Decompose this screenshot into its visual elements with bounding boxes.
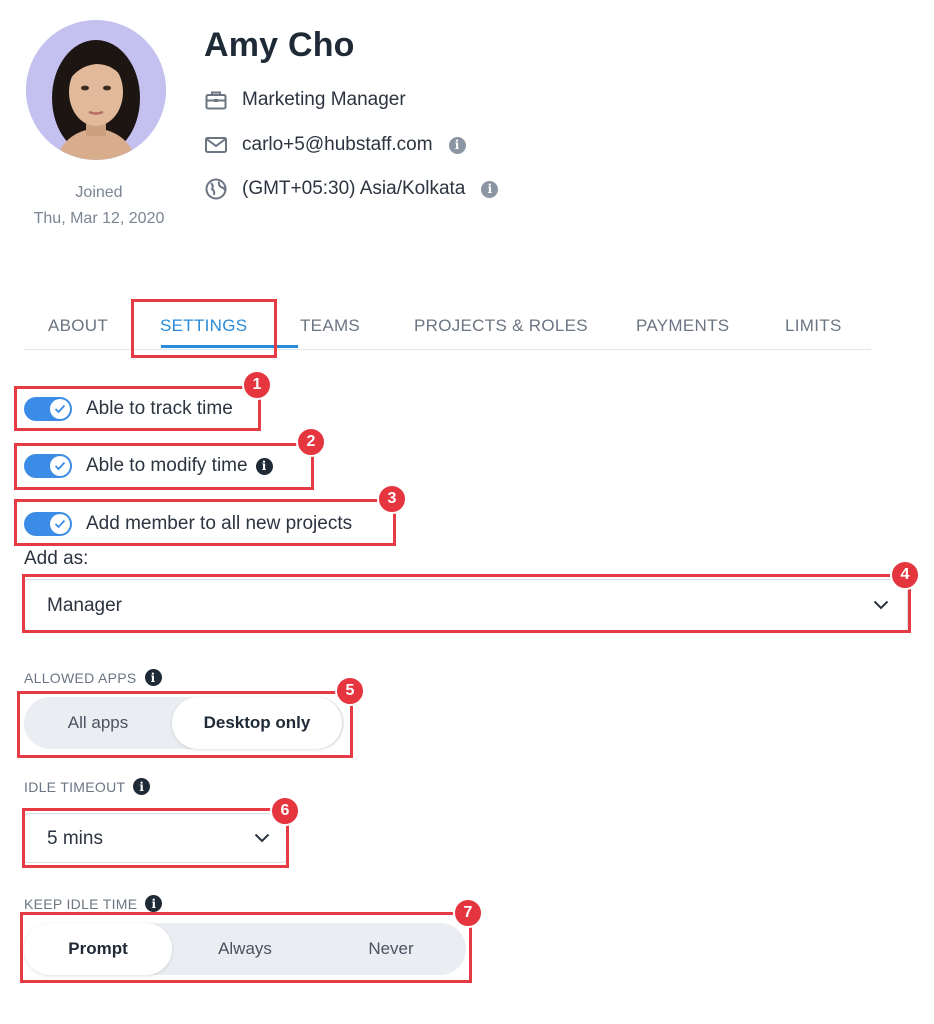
tab-limits[interactable]: LIMITS	[785, 316, 842, 336]
email-row: carlo+5@hubstaff.com i	[204, 131, 466, 159]
job-title: Marketing Manager	[242, 89, 406, 110]
add-as-label: Add as:	[24, 548, 89, 569]
member-name: Amy Cho	[204, 26, 355, 64]
info-icon[interactable]: i	[145, 895, 163, 912]
briefcase-icon	[204, 88, 228, 112]
envelope-icon	[204, 133, 228, 157]
highlight-keep-idle-time	[20, 912, 472, 983]
badge-4: 4	[890, 560, 920, 590]
tab-projects-roles[interactable]: PROJECTS & ROLES	[414, 316, 588, 336]
avatar	[26, 20, 166, 160]
timezone: (GMT+05:30) Asia/Kolkata	[242, 178, 466, 199]
idle-timeout-heading: IDLE TIMEOUT i	[24, 778, 151, 795]
info-icon[interactable]: i	[133, 778, 151, 795]
badge-3: 3	[377, 484, 407, 514]
badge-1: 1	[242, 370, 272, 400]
job-title-row: Marketing Manager	[204, 86, 406, 114]
badge-7: 7	[453, 898, 483, 928]
allowed-apps-label: ALLOWED APPS	[24, 669, 137, 686]
highlight-allowed-apps	[17, 691, 353, 758]
highlight-settings-tab	[131, 299, 277, 358]
joined-date: Thu, Mar 12, 2020	[33, 210, 165, 227]
tab-about[interactable]: ABOUT	[48, 316, 108, 336]
highlight-add-to-projects	[14, 499, 396, 546]
tab-payments[interactable]: PAYMENTS	[636, 316, 729, 336]
globe-icon	[204, 177, 228, 201]
highlight-idle-timeout	[22, 808, 289, 868]
highlight-track-time	[14, 386, 261, 431]
highlight-add-as	[22, 574, 911, 633]
badge-6: 6	[270, 796, 300, 826]
idle-timeout-label: IDLE TIMEOUT	[24, 778, 126, 795]
allowed-apps-heading: ALLOWED APPS i	[24, 669, 162, 686]
badge-5: 5	[335, 676, 365, 706]
badge-2: 2	[296, 427, 326, 457]
joined-label: Joined	[75, 184, 123, 201]
info-icon[interactable]: i	[448, 136, 466, 154]
keep-idle-time-heading: KEEP IDLE TIME i	[24, 895, 163, 912]
keep-idle-time-label: KEEP IDLE TIME	[24, 895, 138, 912]
tab-teams[interactable]: TEAMS	[300, 316, 360, 336]
email: carlo+5@hubstaff.com	[242, 134, 433, 155]
info-icon[interactable]: i	[481, 180, 499, 198]
avatar-photo	[26, 20, 166, 160]
highlight-modify-time	[14, 443, 314, 490]
timezone-row: (GMT+05:30) Asia/Kolkata i	[204, 175, 499, 203]
joined-info: Joined Thu, Mar 12, 2020	[20, 180, 178, 232]
info-icon[interactable]: i	[144, 669, 162, 686]
